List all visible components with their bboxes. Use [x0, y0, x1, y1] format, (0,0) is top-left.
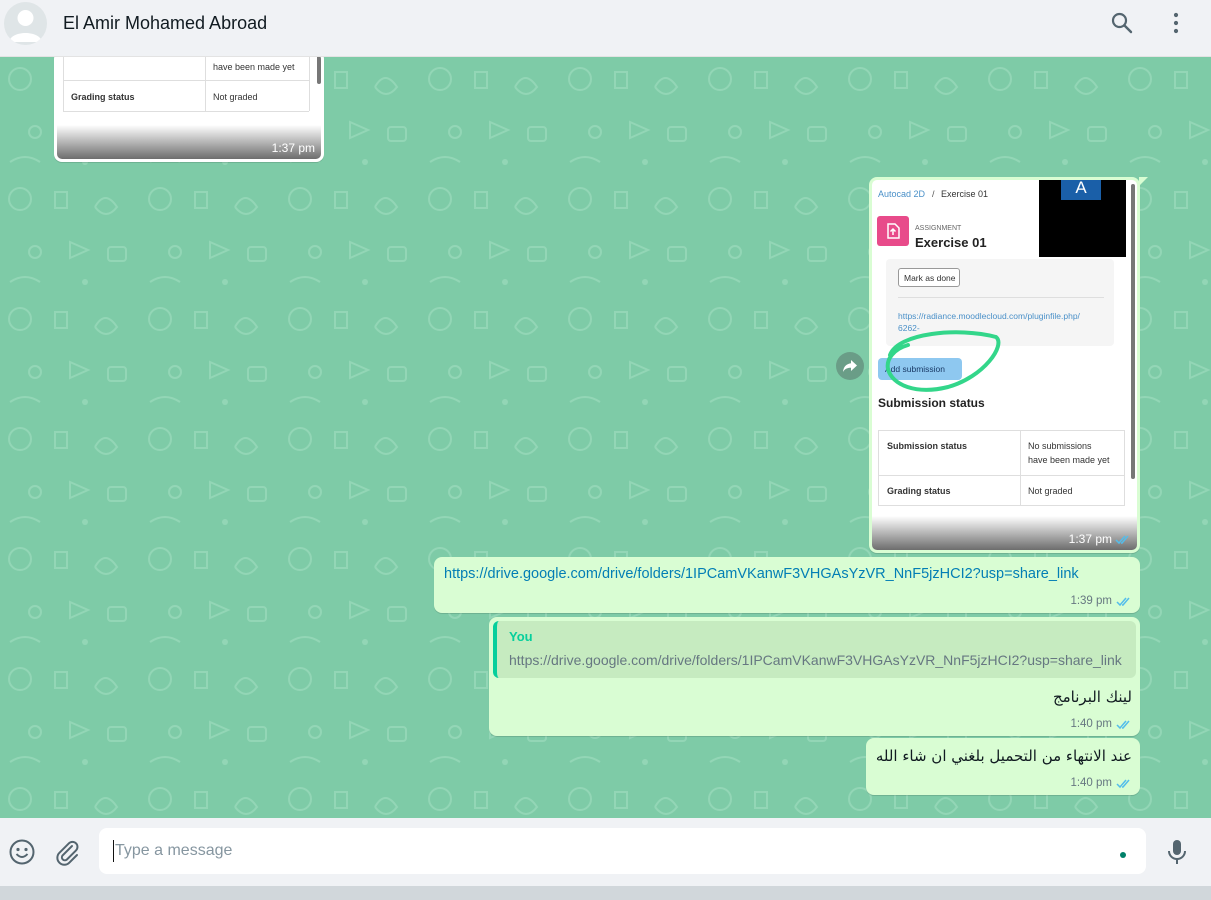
- image-scrollbar: [317, 57, 321, 84]
- search-icon[interactable]: [1110, 10, 1134, 36]
- breadcrumb-link: Autocad 2D: [878, 189, 926, 199]
- message-text: لينك البرنامج: [1052, 688, 1132, 706]
- default-avatar-icon: [9, 10, 42, 42]
- forward-button[interactable]: [836, 352, 864, 380]
- contact-name[interactable]: El Amir Mohamed Abroad: [63, 13, 267, 34]
- message-input-box[interactable]: [99, 828, 1146, 874]
- table-cell: Not graded: [213, 92, 258, 102]
- avatar-letter: A: [1061, 180, 1101, 200]
- mark-as-done-button: Mark as done: [898, 268, 960, 287]
- status-table: Submission status No submissions have be…: [878, 430, 1125, 506]
- read-ticks-icon: [1116, 779, 1130, 788]
- message-time: 1:37 pm: [271, 141, 315, 155]
- message-input[interactable]: [115, 839, 1095, 863]
- message-text: عند الانتهاء من التحميل بلغني ان شاء الل…: [875, 747, 1132, 765]
- outgoing-link-message[interactable]: https://drive.google.com/drive/folders/1…: [434, 557, 1140, 613]
- text-caret: [113, 840, 114, 862]
- outgoing-image-message[interactable]: Autocad 2D / Exercise 01 A ASSIGNMENT Ex…: [869, 177, 1148, 553]
- microphone-icon[interactable]: [1164, 838, 1190, 871]
- read-ticks-icon: [1116, 720, 1130, 729]
- incoming-image-message[interactable]: have been made yet Grading status Not gr…: [54, 57, 324, 162]
- outgoing-text-message[interactable]: عند الانتهاء من التحميل بلغني ان شاء الل…: [866, 738, 1140, 795]
- quote-text: https://drive.google.com/drive/folders/1…: [509, 652, 1122, 668]
- green-circle-annotation: [885, 330, 1001, 392]
- window-bottom-strip: [0, 886, 1211, 900]
- screenshot-image[interactable]: Autocad 2D / Exercise 01 A ASSIGNMENT Ex…: [872, 180, 1137, 550]
- quote-author: You: [509, 629, 533, 644]
- quoted-message[interactable]: You https://drive.google.com/drive/folde…: [493, 621, 1136, 678]
- read-ticks-icon: [1116, 597, 1130, 606]
- message-meta: 1:39 pm: [1070, 595, 1132, 607]
- outgoing-reply-message[interactable]: You https://drive.google.com/drive/folde…: [489, 617, 1140, 736]
- table-cell: Grading status: [71, 92, 135, 102]
- emoji-icon[interactable]: [8, 838, 36, 871]
- message-meta: 1:40 pm: [1070, 718, 1132, 730]
- table-cell: have been made yet: [213, 62, 295, 72]
- contact-avatar[interactable]: [4, 2, 47, 45]
- attach-icon[interactable]: [53, 838, 81, 871]
- image-scrollbar: [1131, 184, 1135, 479]
- menu-icon[interactable]: [1164, 10, 1188, 36]
- read-ticks-icon: [1115, 535, 1129, 544]
- status-dot: [1120, 852, 1126, 858]
- message-time: 1:37 pm: [1069, 532, 1131, 546]
- forward-icon: [843, 360, 857, 372]
- screenshot-image[interactable]: have been made yet Grading status Not gr…: [57, 57, 321, 159]
- breadcrumb-current: Exercise 01: [941, 189, 989, 199]
- assignment-title: Exercise 01: [915, 235, 987, 250]
- assignment-icon: [877, 216, 909, 246]
- composer-bar: [0, 818, 1211, 886]
- file-link: https://radiance.moodlecloud.com/pluginf…: [898, 311, 1080, 321]
- video-thumbnail: A: [1039, 180, 1126, 257]
- submission-status-heading: Submission status: [878, 396, 985, 410]
- drive-link[interactable]: https://drive.google.com/drive/folders/1…: [444, 566, 1079, 582]
- message-meta: 1:40 pm: [1070, 777, 1132, 789]
- chat-panel[interactable]: have been made yet Grading status Not gr…: [0, 57, 1211, 818]
- chat-header: El Amir Mohamed Abroad: [0, 0, 1211, 57]
